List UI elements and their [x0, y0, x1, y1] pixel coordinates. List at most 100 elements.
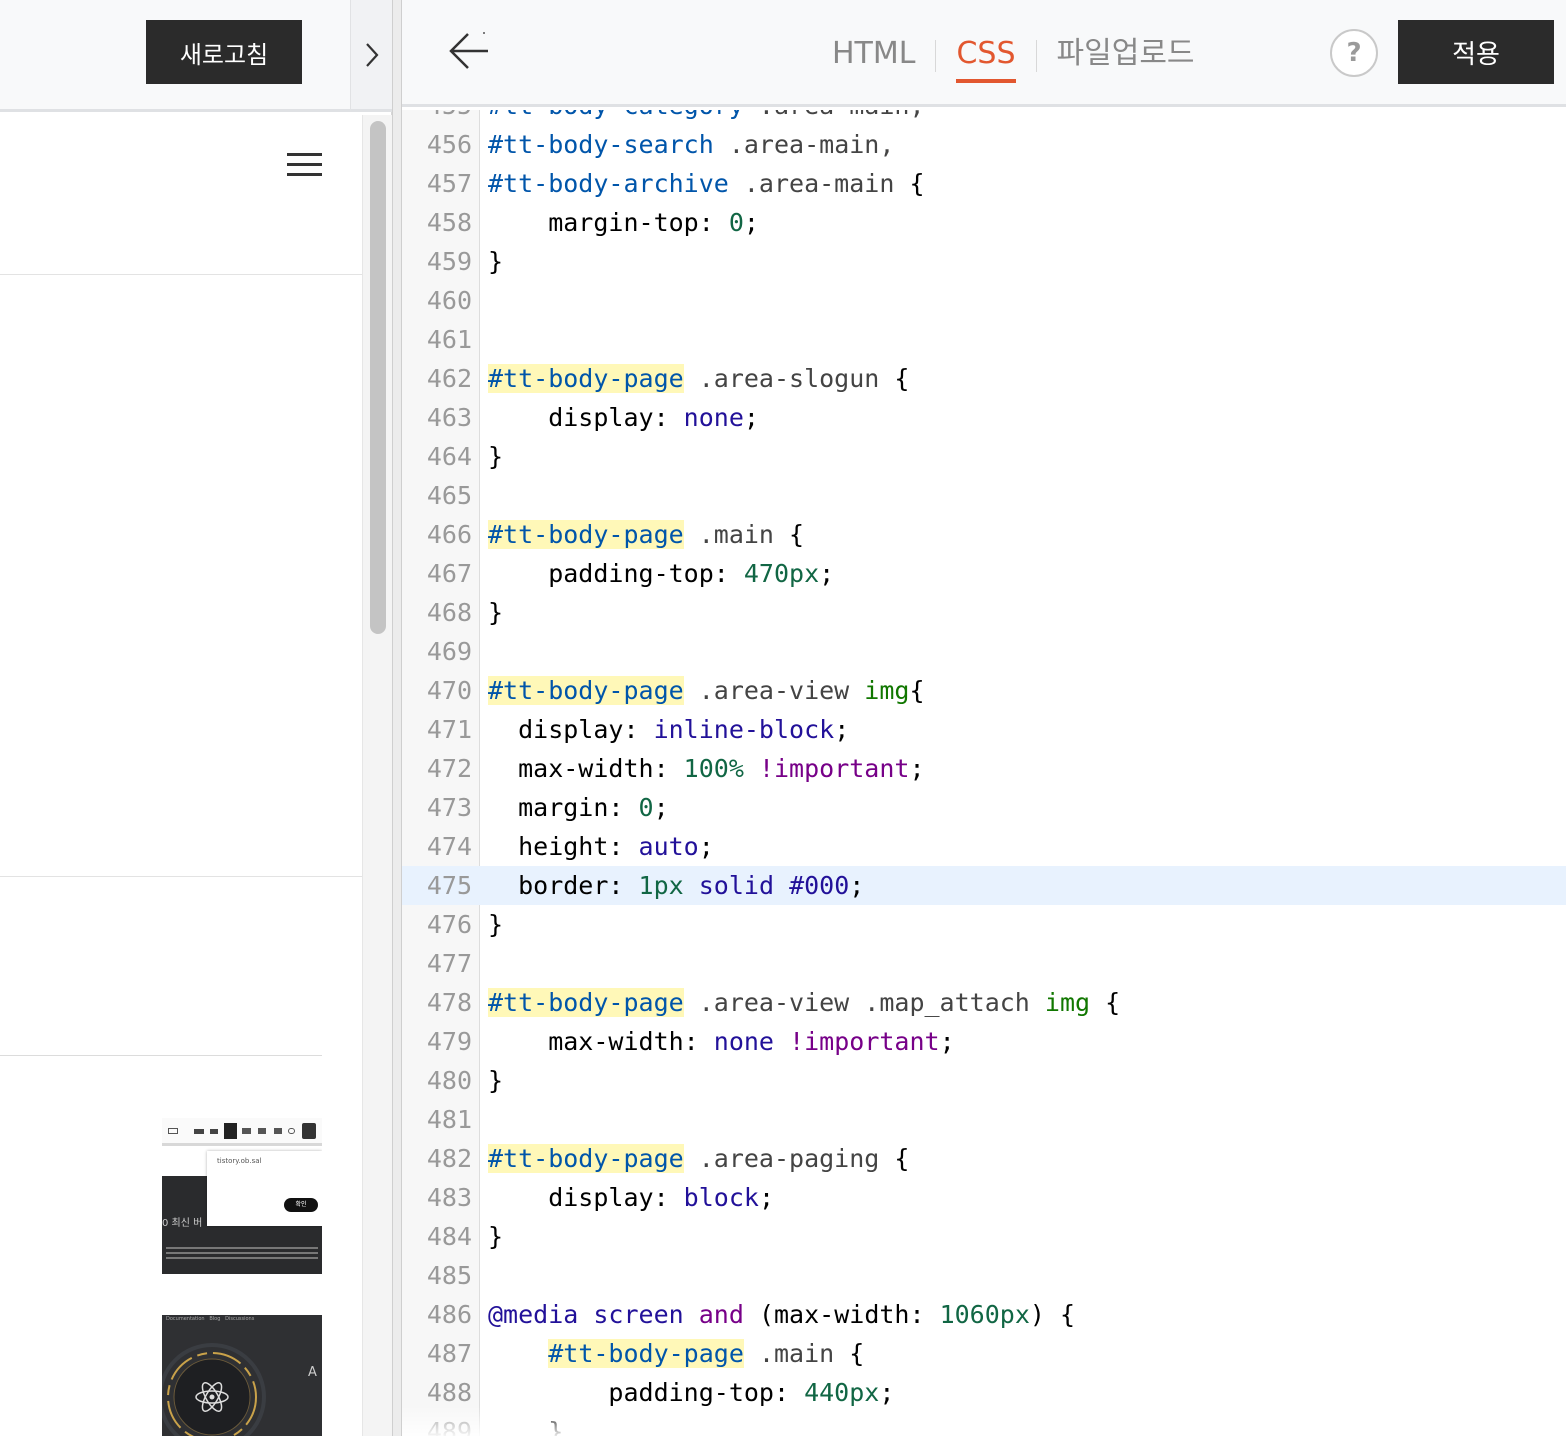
code-token: (max-width:: [743, 1300, 940, 1329]
code-line[interactable]: 457 #tt-body-archive .area-main {: [402, 164, 1566, 203]
code-line[interactable]: 456 #tt-body-search .area-main,: [402, 125, 1566, 164]
line-number: 467: [426, 559, 472, 588]
code-token: padding-top:: [488, 1378, 805, 1407]
tab-css[interactable]: CSS: [936, 34, 1035, 83]
help-button[interactable]: ?: [1330, 29, 1378, 77]
code-line[interactable]: 484}: [402, 1217, 1566, 1256]
code-line[interactable]: 471 display: inline-block;: [402, 710, 1566, 749]
code-line[interactable]: 485: [402, 1256, 1566, 1295]
tab-file-upload[interactable]: 파일업로드: [1037, 34, 1215, 78]
code-line[interactable]: 475 border: 1px solid #000;: [402, 866, 1566, 905]
scrollbar-thumb[interactable]: [370, 121, 386, 634]
code-line[interactable]: 487 #tt-body-page .main {: [402, 1334, 1566, 1373]
code-token: inline-block: [653, 715, 835, 744]
code-line[interactable]: 455 #tt-body-category .area-main,: [402, 110, 1566, 125]
line-number: 483: [426, 1183, 472, 1212]
code-line[interactable]: 465: [402, 476, 1566, 515]
code-token: !important: [789, 1027, 940, 1056]
code-line[interactable]: 461: [402, 320, 1566, 359]
code-line[interactable]: 482 #tt-body-page .area-paging {: [402, 1139, 1566, 1178]
code-token: #tt-body-search: [488, 130, 714, 159]
tab-html[interactable]: HTML: [812, 34, 935, 78]
post-thumbnail[interactable]: tistory.ob.sal 확인 0 최신 버: [162, 1118, 322, 1274]
code-line[interactable]: 473 margin: 0;: [402, 788, 1566, 827]
line-number: 488: [426, 1378, 472, 1407]
code-token: }: [488, 442, 504, 471]
thumbnail-toolbar: [162, 1118, 322, 1146]
code-line[interactable]: 472 max-width: 100% !important;: [402, 749, 1566, 788]
code-token: screen: [593, 1300, 684, 1329]
code-token: margin-top:: [488, 208, 729, 237]
popup-confirm-button: 확인: [284, 1198, 318, 1212]
code-token: #000: [789, 871, 850, 900]
code-line[interactable]: 474 height: auto;: [402, 827, 1566, 866]
code-line[interactable]: 476}: [402, 905, 1566, 944]
code-text: #tt-body-page .area-paging {: [488, 1139, 909, 1178]
code-token: }: [488, 247, 504, 276]
code-token: max-width:: [488, 754, 684, 783]
code-line[interactable]: 481: [402, 1100, 1566, 1139]
code-text: #tt-body-page .area-view .map_attach img…: [488, 983, 1120, 1022]
code-line[interactable]: 480}: [402, 1061, 1566, 1100]
code-line[interactable]: 460: [402, 281, 1566, 320]
code-text: }: [488, 1217, 503, 1256]
code-line[interactable]: 478 #tt-body-page .area-view .map_attach …: [402, 983, 1566, 1022]
code-line[interactable]: 467 padding-top: 470px;: [402, 554, 1566, 593]
code-token: ;: [758, 1183, 774, 1212]
hamburger-menu-icon[interactable]: [287, 151, 323, 179]
code-token: {: [909, 169, 925, 198]
post-thumbnail[interactable]: Documentation Blog Discussions A: [162, 1315, 322, 1436]
code-line[interactable]: 469: [402, 632, 1566, 671]
code-line[interactable]: 458 margin-top: 0;: [402, 203, 1566, 242]
code-line[interactable]: 488 padding-top: 440px;: [402, 1373, 1566, 1412]
code-line[interactable]: 477: [402, 944, 1566, 983]
code-lines[interactable]: 455 #tt-body-category .area-main, 456 #tt-b…: [402, 110, 1566, 1436]
preview-panel: 새로고침 tistory.ob.sal 확인 0 최신 버 Documentat…: [0, 0, 392, 1436]
code-line[interactable]: 462 #tt-body-page .area-slogun {: [402, 359, 1566, 398]
code-token: .main: [683, 520, 790, 549]
refresh-button[interactable]: 새로고침: [146, 20, 302, 84]
code-line[interactable]: 468}: [402, 593, 1566, 632]
code-token: ;: [879, 1378, 895, 1407]
code-token: {: [894, 364, 910, 393]
code-line[interactable]: 479 max-width: none !important;: [402, 1022, 1566, 1061]
collapse-panel-button[interactable]: [350, 0, 392, 112]
code-line[interactable]: 463 display: none;: [402, 398, 1566, 437]
code-token: height:: [488, 832, 639, 861]
code-line[interactable]: 483 display: block;: [402, 1178, 1566, 1217]
line-number: 478: [426, 988, 472, 1017]
code-token: #tt-body-archive: [488, 169, 729, 198]
css-code-editor[interactable]: 455 #tt-body-category .area-main, 456 #tt-b…: [402, 110, 1566, 1436]
code-text: }: [488, 242, 503, 281]
code-line[interactable]: 486 @media screen and (max-width: 1060px)…: [402, 1295, 1566, 1334]
apply-button[interactable]: 적용: [1398, 20, 1554, 84]
code-token: ;: [819, 559, 835, 588]
code-token: .area-view .map_attach: [683, 988, 1045, 1017]
code-line[interactable]: 466 #tt-body-page .main {: [402, 515, 1566, 554]
line-number: 459: [426, 247, 472, 276]
code-text: #tt-body-page .main {: [488, 1334, 864, 1373]
code-token: margin:: [488, 793, 639, 822]
code-line[interactable]: 470 #tt-body-page .area-view img{: [402, 671, 1566, 710]
code-token: #tt-body-page: [488, 520, 684, 549]
code-token: border:: [488, 871, 639, 900]
preview-scrollbar[interactable]: [362, 115, 392, 1436]
divider: [0, 876, 362, 877]
code-token: block: [683, 1183, 759, 1212]
atom-logo-icon: [162, 1343, 266, 1436]
code-text: max-width: none !important;: [488, 1022, 954, 1061]
code-line[interactable]: 464}: [402, 437, 1566, 476]
preview-toolbar: 새로고침: [0, 0, 350, 112]
code-token: display:: [488, 1183, 684, 1212]
back-button[interactable]: [446, 28, 492, 74]
code-text: }: [488, 593, 503, 632]
line-number: 477: [426, 949, 472, 978]
code-line[interactable]: 489 }: [402, 1412, 1566, 1436]
code-token: .area-main: [728, 169, 910, 198]
panel-splitter[interactable]: [392, 0, 402, 1436]
line-number: 457: [426, 169, 472, 198]
code-line[interactable]: 459}: [402, 242, 1566, 281]
code-text: margin-top: 0;: [488, 203, 759, 242]
